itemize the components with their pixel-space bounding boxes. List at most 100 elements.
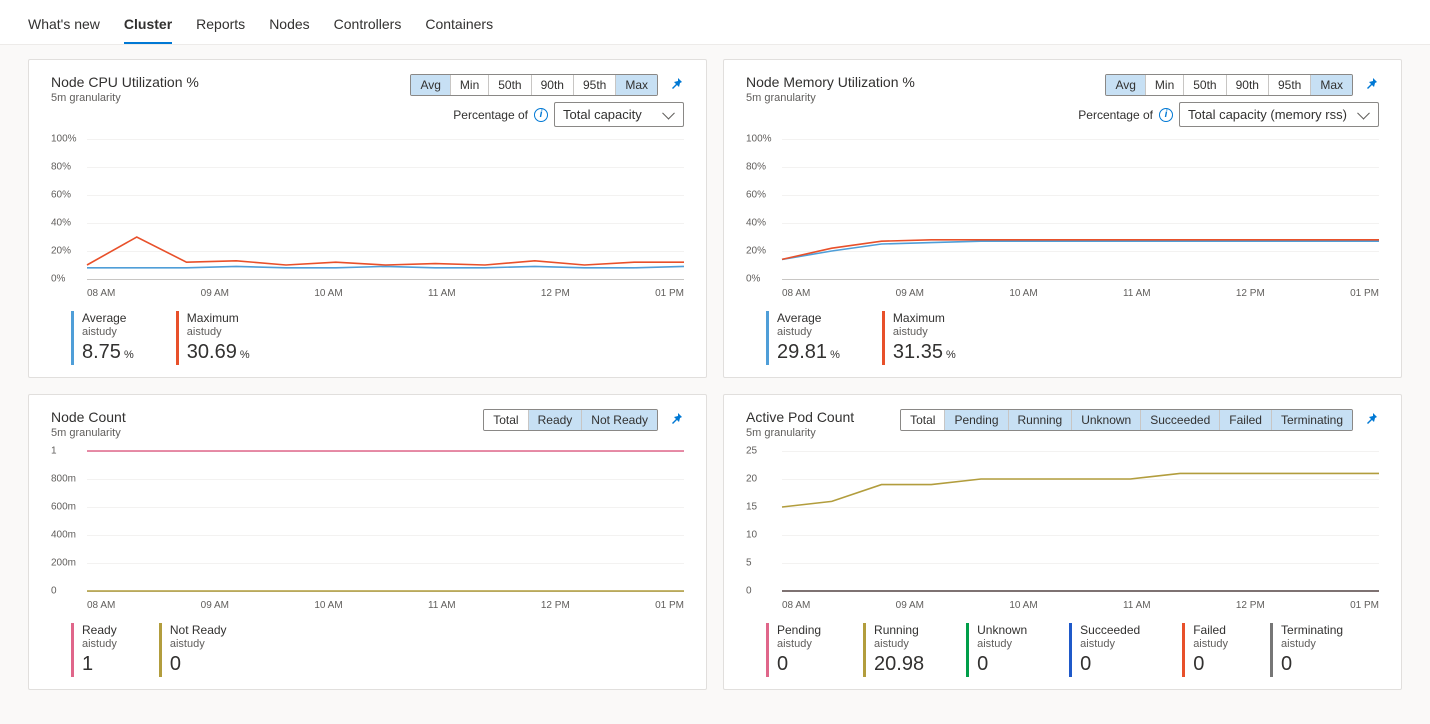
card-subtitle: 5m granularity <box>51 92 199 104</box>
tab-what-s-new[interactable]: What's new <box>28 10 100 44</box>
legend-item[interactable]: Unknownaistudy0 <box>966 623 1027 677</box>
legend-item[interactable]: Not Readyaistudy0 <box>159 623 227 677</box>
x-tick: 10 AM <box>1009 288 1037 299</box>
x-tick: 12 PM <box>1236 288 1265 299</box>
tab-nodes[interactable]: Nodes <box>269 10 309 44</box>
y-tick: 15 <box>746 501 757 512</box>
card-title: Node CPU Utilization % <box>51 74 199 90</box>
seg-running[interactable]: Running <box>1009 410 1073 430</box>
y-tick: 40% <box>746 218 766 229</box>
y-tick: 0 <box>746 585 752 596</box>
status-toggle: TotalPendingRunningUnknownSucceededFaile… <box>900 409 1353 431</box>
dashboard-grid: Node CPU Utilization % 5m granularity Av… <box>0 45 1430 704</box>
card-title: Node Memory Utilization % <box>746 74 915 90</box>
seg-not-ready[interactable]: Not Ready <box>582 410 657 430</box>
card-subtitle: 5m granularity <box>746 92 915 104</box>
legend: Pendingaistudy0 Runningaistudy20.98 Unknow… <box>746 623 1379 677</box>
seg-90th[interactable]: 90th <box>1227 75 1269 95</box>
x-tick: 12 PM <box>541 288 570 299</box>
y-tick: 20% <box>51 246 71 257</box>
seg-50th[interactable]: 50th <box>1184 75 1226 95</box>
y-tick: 1 <box>51 445 57 456</box>
x-tick: 08 AM <box>87 600 115 611</box>
pin-icon[interactable] <box>1363 412 1379 428</box>
y-tick: 80% <box>746 162 766 173</box>
seg-total[interactable]: Total <box>901 410 945 430</box>
card-nodecount: Node Count 5m granularity TotalReadyNot … <box>28 394 707 690</box>
y-tick: 5 <box>746 557 752 568</box>
chart: 100%80%60%40%20%0%08 AM09 AM10 AM11 AM12… <box>746 139 1379 299</box>
seg-avg[interactable]: Avg <box>411 75 450 95</box>
y-tick: 100% <box>51 134 77 145</box>
seg-50th[interactable]: 50th <box>489 75 531 95</box>
seg-max[interactable]: Max <box>1311 75 1352 95</box>
x-tick: 11 AM <box>1123 600 1151 611</box>
legend-item[interactable]: Runningaistudy20.98 <box>863 623 924 677</box>
y-tick: 600m <box>51 501 76 512</box>
y-tick: 0 <box>51 585 57 596</box>
legend-item[interactable]: Maximumaistudy30.69 % <box>176 311 250 365</box>
legend-item[interactable]: Maximumaistudy31.35 % <box>882 311 956 365</box>
x-tick: 01 PM <box>655 600 684 611</box>
pin-icon[interactable] <box>668 77 684 93</box>
x-tick: 11 AM <box>428 600 456 611</box>
y-tick: 200m <box>51 557 76 568</box>
capacity-select[interactable]: Total capacity (memory rss) <box>1179 102 1379 127</box>
x-tick: 08 AM <box>87 288 115 299</box>
x-tick: 11 AM <box>1123 288 1151 299</box>
y-tick: 10 <box>746 529 757 540</box>
seg-95th[interactable]: 95th <box>574 75 616 95</box>
legend-item[interactable]: Averageaistudy8.75 % <box>71 311 134 365</box>
seg-90th[interactable]: 90th <box>532 75 574 95</box>
x-tick: 09 AM <box>896 600 924 611</box>
seg-failed[interactable]: Failed <box>1220 410 1272 430</box>
seg-terminating[interactable]: Terminating <box>1272 410 1352 430</box>
legend-item[interactable]: Pendingaistudy0 <box>766 623 821 677</box>
card-subtitle: 5m granularity <box>51 427 126 439</box>
y-tick: 80% <box>51 162 71 173</box>
x-tick: 12 PM <box>1236 600 1265 611</box>
seg-min[interactable]: Min <box>451 75 489 95</box>
seg-total[interactable]: Total <box>484 410 528 430</box>
pin-icon[interactable] <box>668 412 684 428</box>
seg-succeeded[interactable]: Succeeded <box>1141 410 1220 430</box>
info-icon[interactable]: i <box>534 108 548 122</box>
card-title: Active Pod Count <box>746 409 854 425</box>
y-tick: 60% <box>51 190 71 201</box>
x-tick: 10 AM <box>314 288 342 299</box>
seg-min[interactable]: Min <box>1146 75 1184 95</box>
agg-toggle: AvgMin50th90th95thMax <box>1105 74 1353 96</box>
pin-icon[interactable] <box>1363 77 1379 93</box>
tab-containers[interactable]: Containers <box>425 10 493 44</box>
pct-of-label: Percentage of <box>453 108 528 122</box>
seg-ready[interactable]: Ready <box>529 410 583 430</box>
legend-item[interactable]: Averageaistudy29.81 % <box>766 311 840 365</box>
seg-unknown[interactable]: Unknown <box>1072 410 1141 430</box>
y-tick: 20 <box>746 473 757 484</box>
tab-controllers[interactable]: Controllers <box>334 10 402 44</box>
status-toggle: TotalReadyNot Ready <box>483 409 658 431</box>
info-icon[interactable]: i <box>1159 108 1173 122</box>
legend: Readyaistudy1 Not Readyaistudy0 <box>51 623 684 677</box>
tab-cluster[interactable]: Cluster <box>124 10 172 44</box>
seg-pending[interactable]: Pending <box>945 410 1008 430</box>
x-tick: 10 AM <box>314 600 342 611</box>
seg-95th[interactable]: 95th <box>1269 75 1311 95</box>
chart: 252015105008 AM09 AM10 AM11 AM12 PM01 PM <box>746 451 1379 611</box>
x-tick: 09 AM <box>201 600 229 611</box>
x-tick: 12 PM <box>541 600 570 611</box>
tab-reports[interactable]: Reports <box>196 10 245 44</box>
x-tick: 01 PM <box>1350 600 1379 611</box>
y-tick: 60% <box>746 190 766 201</box>
seg-avg[interactable]: Avg <box>1106 75 1145 95</box>
legend-item[interactable]: Failedaistudy0 <box>1182 623 1228 677</box>
legend-item[interactable]: Readyaistudy1 <box>71 623 117 677</box>
tab-bar: What's new Cluster Reports Nodes Controllers… <box>0 0 1430 45</box>
y-tick: 40% <box>51 218 71 229</box>
legend-item[interactable]: Succeededaistudy0 <box>1069 623 1140 677</box>
y-tick: 0% <box>51 274 65 285</box>
legend-item[interactable]: Terminatingaistudy0 <box>1270 623 1343 677</box>
capacity-select[interactable]: Total capacity <box>554 102 684 127</box>
y-tick: 800m <box>51 473 76 484</box>
seg-max[interactable]: Max <box>616 75 657 95</box>
